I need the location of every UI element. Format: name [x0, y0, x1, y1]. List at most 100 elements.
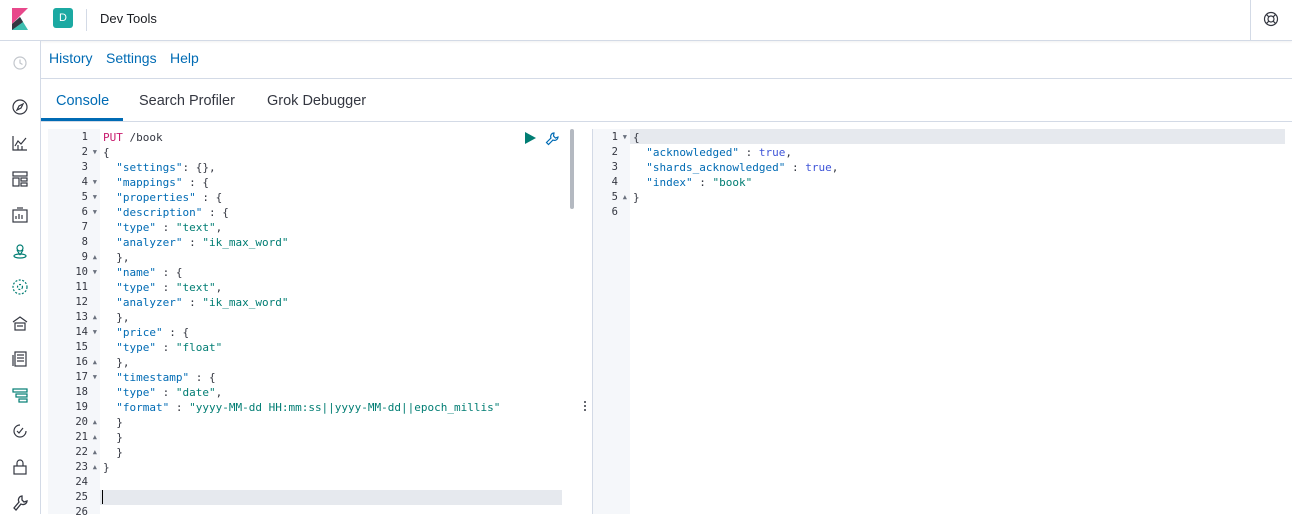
code-line: "type" : "text",: [116, 221, 223, 234]
visualize-icon[interactable]: [11, 134, 29, 152]
code-line: "settings": {},: [116, 161, 216, 174]
play-icon[interactable]: [523, 131, 537, 145]
fold-close-icon[interactable]: ▲: [93, 415, 97, 430]
code-line: "name" : {: [116, 266, 183, 279]
fold-close-icon[interactable]: ▲: [93, 310, 97, 325]
wrench-icon[interactable]: [545, 132, 559, 146]
line-number: 26: [48, 505, 100, 520]
top-header: D Dev Tools: [0, 0, 1292, 41]
recently-viewed-icon[interactable]: [11, 54, 29, 72]
line-number-text: 4: [81, 176, 88, 188]
fold-close-icon[interactable]: ▲: [93, 355, 97, 370]
fold-open-icon[interactable]: ▼: [93, 145, 97, 160]
fold-open-icon[interactable]: ▼: [93, 190, 97, 205]
line-number: 4 ▼: [48, 175, 100, 190]
line-number-text: 17: [75, 371, 88, 383]
help-link[interactable]: Help: [170, 50, 199, 66]
line-number: 15: [48, 340, 100, 355]
tab-console[interactable]: Console: [56, 93, 109, 109]
fold-open-icon[interactable]: ▼: [93, 175, 97, 190]
dev-tools-icon[interactable]: [11, 494, 29, 512]
code-line: "mappings" : {: [116, 176, 209, 189]
kibana-logo-icon[interactable]: [10, 8, 30, 30]
infrastructure-icon[interactable]: [11, 314, 29, 332]
response-code-area[interactable]: { "acknowledged" : true, "shards_acknowl…: [630, 129, 1285, 514]
line-number: 24: [48, 475, 100, 490]
line-number: 18: [48, 385, 100, 400]
code-line: {: [103, 146, 110, 159]
line-number: 4: [593, 175, 630, 190]
code-line: "analyzer" : "ik_max_word": [116, 296, 289, 309]
line-number: 17 ▼: [48, 370, 100, 385]
side-navigation: [0, 41, 41, 514]
code-line: }: [103, 416, 123, 429]
pane-resize-handle[interactable]: [580, 400, 590, 414]
editor-scrollbar[interactable]: [570, 129, 574, 209]
line-number-text: 9: [81, 251, 88, 263]
settings-link[interactable]: Settings: [106, 50, 157, 66]
line-number: 6 ▼: [48, 205, 100, 220]
fold-open-icon[interactable]: ▼: [93, 205, 97, 220]
fold-close-icon[interactable]: ▲: [93, 445, 97, 460]
maps-icon[interactable]: [11, 242, 29, 260]
line-number-text: 18: [75, 386, 88, 398]
fold-close-icon[interactable]: ▲: [93, 430, 97, 445]
request-code-area[interactable]: PUT /book { "settings": {}, "mappings" : …: [100, 129, 570, 514]
line-number-text: 5: [611, 191, 618, 203]
line-number-text: 14: [75, 326, 88, 338]
line-number: 5 ▲: [593, 190, 630, 205]
line-number-text: 4: [611, 176, 618, 188]
fold-close-icon[interactable]: ▲: [93, 250, 97, 265]
fold-open-icon[interactable]: ▼: [93, 265, 97, 280]
discover-icon[interactable]: [11, 98, 29, 116]
code-line: },: [103, 311, 130, 324]
line-number: 16 ▲: [48, 355, 100, 370]
code-line: "type" : "float": [116, 341, 223, 354]
active-tab-indicator: [41, 118, 123, 121]
fold-open-icon[interactable]: ▼: [93, 325, 97, 340]
code-line: }: [103, 446, 123, 459]
code-line: "shards_acknowledged" : true,: [646, 161, 839, 174]
request-editor[interactable]: 1 2 ▼ 3 4 ▼ 5 ▼ 6 ▼ 7 8 9 ▲ 10 ▼ 11 12 13 ▲ 14 ▼ 15 16 ▲ 17 ▼ 18 19 2…: [48, 129, 578, 518]
line-number-text: 8: [81, 236, 88, 248]
logs-icon[interactable]: [11, 350, 29, 368]
fold-close-icon[interactable]: ▲: [623, 190, 627, 205]
fold-close-icon[interactable]: ▲: [93, 460, 97, 475]
response-output[interactable]: 1 ▼ 2 3 4 5 ▲ 6 { "acknowledged" : true, "shard…: [593, 129, 1285, 514]
siem-icon[interactable]: [11, 458, 29, 476]
line-number: 1 ▼: [593, 130, 630, 145]
dashboard-icon[interactable]: [11, 170, 29, 188]
tab-grok-debugger[interactable]: Grok Debugger: [267, 93, 366, 109]
line-number-text: 7: [81, 221, 88, 233]
lifebuoy-icon[interactable]: [1263, 11, 1279, 27]
line-number: 13 ▲: [48, 310, 100, 325]
line-number: 20 ▲: [48, 415, 100, 430]
uptime-icon[interactable]: [11, 422, 29, 440]
line-number-text: 25: [75, 491, 88, 503]
request-path: /book: [122, 131, 163, 144]
code-line: "type" : "text",: [116, 281, 223, 294]
fold-open-icon[interactable]: ▼: [623, 130, 627, 145]
line-number: 5 ▼: [48, 190, 100, 205]
code-line: "timestamp" : {: [116, 371, 216, 384]
apm-icon[interactable]: [11, 386, 29, 404]
code-line: },: [103, 356, 130, 369]
http-method: PUT: [103, 131, 123, 144]
history-link[interactable]: History: [49, 50, 93, 66]
code-line: }: [633, 191, 640, 204]
line-number: 14 ▼: [48, 325, 100, 340]
line-number-text: 13: [75, 311, 88, 323]
request-gutter: 1 2 ▼ 3 4 ▼ 5 ▼ 6 ▼ 7 8 9 ▲ 10 ▼ 11 12 13 ▲ 14 ▼ 15 16 ▲ 17 ▼ 18 19 2…: [48, 129, 100, 518]
tab-search-profiler[interactable]: Search Profiler: [139, 93, 235, 109]
line-number-text: 3: [611, 161, 618, 173]
fold-open-icon[interactable]: ▼: [93, 370, 97, 385]
code-line: "properties" : {: [116, 191, 223, 204]
line-number-text: 16: [75, 356, 88, 368]
line-number: 19: [48, 400, 100, 415]
canvas-icon[interactable]: [11, 206, 29, 224]
space-avatar[interactable]: D: [53, 8, 73, 28]
line-number: 12: [48, 295, 100, 310]
line-number-text: 20: [75, 416, 88, 428]
ml-icon[interactable]: [11, 278, 29, 296]
line-number: 7: [48, 220, 100, 235]
